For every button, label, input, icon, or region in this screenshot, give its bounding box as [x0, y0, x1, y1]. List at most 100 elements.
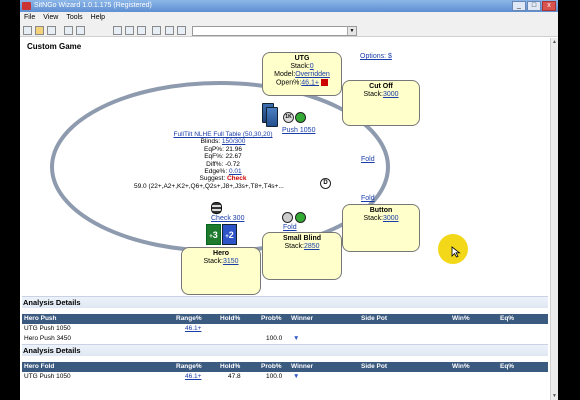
edge-value[interactable]: 0.01 [229, 168, 242, 175]
row-range[interactable]: 46.1+ [185, 372, 201, 382]
col-win: Win% [452, 363, 470, 370]
analysis-title-push: Analysis Details [22, 296, 548, 308]
vertical-scrollbar[interactable]: ▲ ▼ [550, 38, 558, 400]
chip-icon [295, 112, 306, 123]
hand-history-icon[interactable] [125, 26, 134, 35]
seat-cutoff-stack-label: Stack: [363, 91, 383, 98]
seat-button[interactable]: Button Stack:3000 [342, 204, 420, 252]
open-folder-icon[interactable] [35, 26, 44, 35]
diff-value: Diff%: -0.72 [206, 160, 240, 168]
seat-small-blind[interactable]: Small Blind Stack:2850 [262, 232, 342, 280]
seat-utg-model-label: Model: [274, 71, 296, 78]
col-eq: Eq% [500, 315, 515, 322]
seat-cutoff-stack-value[interactable]: 3000 [383, 91, 399, 98]
hero-card-1-rank: 3 [212, 230, 218, 240]
col-winner: Winner [291, 315, 313, 322]
table-row[interactable]: Hero Push 3450 100.0 ▼ [22, 334, 548, 344]
title-bar: SitNGo Wizard 1.0.1.175 (Registered) _ □… [20, 0, 558, 12]
col-hold: Hold% [220, 315, 241, 322]
row-winner-dropdown[interactable]: ▼ [293, 334, 299, 344]
maximize-button[interactable]: □ [527, 1, 541, 11]
save-icon[interactable] [47, 26, 56, 35]
chip-icon: 1K [283, 112, 294, 123]
hero-card-1[interactable]: +3 [206, 224, 221, 245]
blinds-value[interactable]: 150/300 [222, 138, 246, 145]
button-action-fold[interactable]: Fold [361, 195, 375, 202]
col-hold: Hold% [220, 363, 241, 370]
menu-bar: File View Tools Help [20, 12, 558, 24]
minimize-button[interactable]: _ [512, 1, 526, 11]
range-color-swatch[interactable] [321, 79, 328, 86]
seat-cutoff-name: Cut Off [369, 83, 393, 90]
seat-utg-model-value[interactable]: Overridden [295, 71, 330, 78]
seat-utg-open-value[interactable]: 46.1+ [301, 79, 319, 86]
seat-hero-name: Hero [213, 250, 229, 257]
col-sidepot: Side Pot [361, 363, 388, 370]
chevron-down-icon[interactable]: ▼ [347, 27, 356, 35]
seat-utg-stack-label: Stack: [290, 63, 310, 70]
chip-icon [295, 212, 306, 223]
paste-icon[interactable] [113, 26, 122, 35]
row-name: Hero Push 3450 [24, 335, 71, 342]
row-winner-dropdown[interactable]: ▼ [293, 372, 299, 382]
seat-sb-stack-label: Stack: [284, 243, 304, 250]
row-prob: 100.0 [266, 373, 283, 380]
scroll-down-icon[interactable]: ▼ [551, 392, 558, 400]
menu-help[interactable]: Help [91, 12, 105, 24]
copy-icon[interactable] [76, 26, 85, 35]
col-hand: Hero Fold [24, 363, 55, 370]
seat-sb-name: Small Blind [282, 235, 322, 242]
print-icon[interactable] [64, 26, 73, 35]
hero-range-summary: 59.0 (22+,A2+,K2+,Q6+,Q2s+,J8+,J3s+,T8+,… [134, 183, 284, 190]
seat-utg-open-label: Open%: [275, 79, 302, 87]
col-range: Range% [176, 315, 202, 322]
seat-sb-stack-value[interactable]: 2850 [304, 243, 320, 250]
table-row[interactable]: UTG Push 1050 46.1+ [22, 324, 548, 334]
menu-view[interactable]: View [43, 12, 58, 24]
eqp-value: EqP%: 21.96 [204, 145, 242, 153]
options-link[interactable]: Options: $ [360, 53, 392, 60]
seat-hero[interactable]: Hero Stack:3150 [181, 247, 261, 295]
main-content: Custom Game Options: $ UTG Stack:0 Model… [20, 38, 550, 400]
chip-stack-icon [211, 202, 222, 214]
new-file-icon[interactable] [23, 26, 32, 35]
seat-button-stack-label: Stack: [363, 215, 383, 222]
toolbar: ▼ [20, 24, 558, 37]
seat-hero-stack-label: Stack: [203, 258, 223, 265]
row-prob: 100.0 [266, 335, 283, 342]
blinds-label: Blinds: [200, 138, 221, 146]
table-select-combo[interactable]: ▼ [192, 26, 357, 36]
mouse-cursor-icon [451, 246, 461, 258]
dealer-button-icon: D [320, 178, 331, 189]
col-range: Range% [176, 363, 202, 370]
window-title: SitNGo Wizard 1.0.1.175 (Registered) [34, 2, 152, 9]
cutoff-action-fold[interactable]: Fold [361, 156, 375, 163]
table-name-link[interactable]: FullTilt NLHE Full Table (50,30,20) [148, 131, 298, 138]
sb-action-fold[interactable]: Fold [283, 224, 297, 231]
menu-tools[interactable]: Tools [66, 12, 82, 24]
seat-button-stack-value[interactable]: 3000 [383, 215, 399, 222]
edge-label: Edge%: [204, 168, 228, 176]
table-row[interactable]: UTG Push 1050 46.1+ 47.8 100.0 ▼ [22, 372, 548, 382]
hero-action-check[interactable]: Check 300 [211, 215, 244, 222]
image-icon[interactable] [137, 26, 146, 35]
col-eq: Eq% [500, 363, 515, 370]
menu-file[interactable]: File [24, 12, 35, 24]
analysis-header-fold: Hero Fold Range% Hold% Prob% Winner Side… [22, 362, 548, 372]
hero-card-2-rank: 2 [228, 230, 234, 240]
chart-icon[interactable] [152, 26, 161, 35]
seat-button-name: Button [369, 207, 393, 214]
analysis-title-fold: Analysis Details [22, 344, 548, 356]
seat-utg-stack-value[interactable]: 0 [310, 63, 314, 70]
seat-hero-stack-value[interactable]: 3150 [223, 258, 239, 265]
scroll-up-icon[interactable]: ▲ [551, 38, 558, 46]
analysis-header-push: Hero Push Range% Hold% Prob% Winner Side… [22, 314, 548, 324]
edit-icon[interactable] [177, 26, 186, 35]
row-range[interactable]: 46.1+ [185, 324, 201, 334]
chip-icon [282, 212, 293, 223]
seat-cutoff[interactable]: Cut Off Stack:3000 [342, 80, 420, 126]
hero-card-2[interactable]: +2 [222, 224, 237, 245]
check-icon[interactable] [165, 26, 174, 35]
seat-utg[interactable]: UTG Stack:0 Model:Overridden Open%:46.1+ [262, 52, 342, 96]
close-button[interactable]: x [542, 1, 556, 11]
